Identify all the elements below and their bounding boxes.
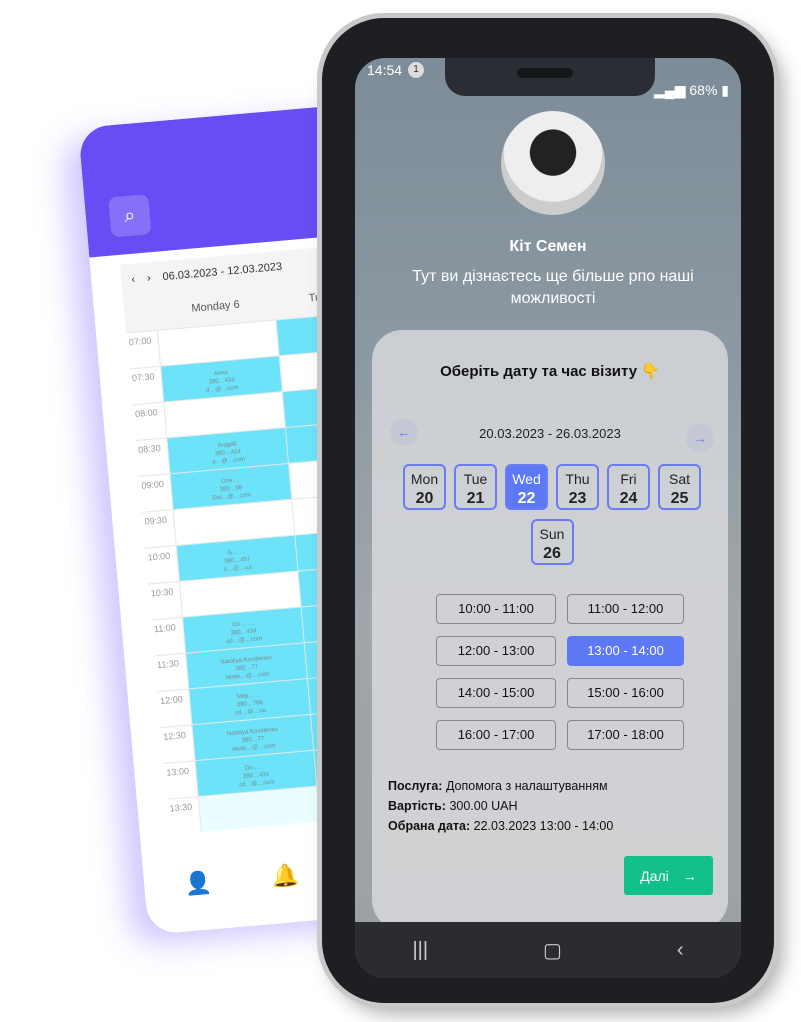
week-range: 06.03.2023 - 12.03.2023 bbox=[162, 260, 283, 284]
date-value: 22.03.2023 13:00 - 14:00 bbox=[473, 819, 614, 833]
time-slot-button[interactable]: 12:00 - 13:00 bbox=[436, 636, 556, 666]
day-button-mon[interactable]: Mon 20 bbox=[403, 464, 446, 510]
search-icon[interactable]: ⌕ bbox=[108, 194, 152, 238]
time-label: 08:30 bbox=[135, 438, 171, 477]
day-button-tue[interactable]: Tue 21 bbox=[454, 464, 497, 510]
avatar bbox=[501, 111, 605, 215]
time-label: 11:30 bbox=[154, 653, 190, 692]
battery-icon: ▮ bbox=[717, 82, 729, 98]
day-button-sat[interactable]: Sat 25 bbox=[658, 464, 701, 510]
day-number: 26 bbox=[543, 545, 561, 562]
time-label: 11:00 bbox=[151, 617, 187, 656]
price-value: 300.00 UAH bbox=[449, 799, 518, 813]
signal-icon: ▂▄▆ bbox=[654, 82, 690, 98]
time-label: 13:30 bbox=[166, 797, 202, 835]
day-name: Thu bbox=[565, 471, 590, 487]
back-icon[interactable]: ‹ bbox=[677, 939, 684, 962]
time-slot-button[interactable]: 15:00 - 16:00 bbox=[567, 678, 684, 708]
recent-apps-icon[interactable]: ||| bbox=[412, 939, 428, 962]
price-label: Вартість: bbox=[388, 799, 446, 813]
prev-week-button[interactable]: ‹ bbox=[131, 274, 136, 286]
day-number: 21 bbox=[466, 490, 485, 507]
next-week-button[interactable]: › bbox=[147, 272, 152, 284]
bell-icon[interactable]: 🔔 bbox=[270, 862, 303, 924]
date-label: Обрана дата: bbox=[388, 819, 471, 833]
time-slot-button[interactable]: 17:00 - 18:00 bbox=[567, 720, 684, 750]
booking-title: Оберіть дату та час візиту 👇 bbox=[440, 363, 660, 380]
time-label: 09:30 bbox=[141, 510, 177, 548]
day-name: Sat bbox=[668, 471, 690, 487]
week-range: 20.03.2023 - 26.03.2023 bbox=[479, 426, 621, 441]
time-label: 08:00 bbox=[132, 402, 168, 441]
day-button-thu[interactable]: Thu 23 bbox=[556, 464, 599, 510]
home-icon[interactable]: ▢ bbox=[543, 938, 562, 963]
next-button[interactable]: Далі → bbox=[624, 856, 713, 895]
user-icon[interactable]: 👤 bbox=[183, 869, 216, 931]
arrow-right-icon: → bbox=[682, 867, 697, 884]
time-label: 12:30 bbox=[160, 725, 196, 763]
day-name: Mon bbox=[410, 471, 439, 487]
time-label: 09:00 bbox=[138, 474, 174, 512]
phone-screen: 14:54 1 ▂▄▆ 68% ▮ Кіт Семен Тут ви дізнає… bbox=[355, 58, 741, 978]
time-label: 07:00 bbox=[126, 330, 162, 369]
day-name: Sun bbox=[539, 526, 565, 542]
profile-name: Кіт Семен bbox=[509, 238, 587, 255]
day-button-wed[interactable]: Wed 22 bbox=[505, 464, 548, 510]
time-slot-button[interactable]: 16:00 - 17:00 bbox=[436, 720, 556, 750]
day-name: Fri bbox=[620, 471, 637, 487]
status-time: 14:54 bbox=[367, 62, 403, 78]
profile-subtitle: Тут ви дізнаєтесь ще більше рпо наші мож… bbox=[412, 268, 694, 307]
battery-level: 68% bbox=[689, 82, 718, 98]
next-label: Далі bbox=[640, 867, 669, 884]
day-button-fri[interactable]: Fri 24 bbox=[607, 464, 650, 510]
service-value: Допомога з налаштуванням bbox=[445, 779, 608, 793]
time-label: 10:30 bbox=[148, 581, 183, 620]
day-number: 23 bbox=[568, 490, 587, 507]
time-label: 12:00 bbox=[157, 689, 193, 728]
booking-summary: Послуга: Допомога з налаштуванням Вартіс… bbox=[388, 776, 613, 836]
booking-card: Оберіть дату та час візиту 👇 ← → 20.03.2… bbox=[372, 330, 728, 930]
time-slot-button[interactable]: 11:00 - 12:00 bbox=[567, 594, 684, 624]
time-slot-button[interactable]: 13:00 - 14:00 bbox=[567, 636, 684, 666]
time-label: 07:30 bbox=[129, 366, 165, 405]
day-name: Tue bbox=[463, 471, 488, 487]
service-label: Послуга: bbox=[388, 779, 443, 793]
time-label: 13:00 bbox=[163, 761, 199, 799]
notification-badge: 1 bbox=[408, 62, 425, 78]
phone: 14:54 1 ▂▄▆ 68% ▮ Кіт Семен Тут ви дізнає… bbox=[322, 18, 774, 1003]
day-number: 22 bbox=[517, 490, 536, 507]
notch bbox=[445, 58, 655, 96]
day-number: 25 bbox=[670, 490, 689, 507]
time-slot-button[interactable]: 14:00 - 15:00 bbox=[436, 678, 556, 708]
day-number: 24 bbox=[619, 490, 638, 507]
day-name: Wed bbox=[512, 471, 541, 487]
time-slot-button[interactable]: 10:00 - 11:00 bbox=[436, 594, 556, 624]
time-label: 10:00 bbox=[144, 545, 180, 584]
day-button-sun[interactable]: Sun 26 bbox=[530, 519, 574, 565]
day-number: 20 bbox=[415, 490, 434, 507]
